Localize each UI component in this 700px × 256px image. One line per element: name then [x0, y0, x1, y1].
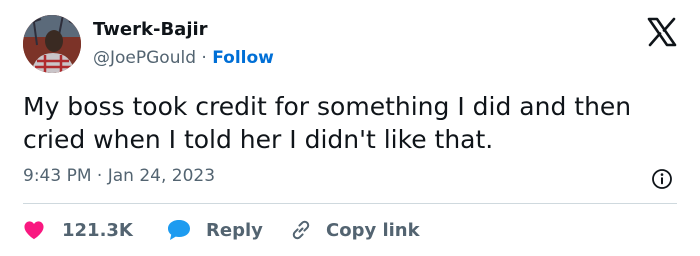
author-handle-row: @JoePGould · Follow [93, 48, 274, 68]
copy-link-button[interactable]: Copy link [289, 215, 420, 245]
follow-button[interactable]: Follow [212, 48, 274, 68]
tweet-card: Twerk-Bajir @JoePGould · Follow My boss … [0, 0, 700, 256]
tweet-text-line-1: My boss took credit for something I did … [23, 92, 632, 121]
handle-separator: · [196, 48, 213, 68]
tweet-text: My boss took credit for something I did … [23, 90, 683, 156]
avatar[interactable] [23, 15, 81, 73]
avatar-image [23, 15, 81, 73]
author-handle[interactable]: @JoePGould [93, 48, 196, 68]
like-button[interactable]: 121.3K [23, 215, 133, 245]
divider [23, 203, 677, 204]
info-icon[interactable] [651, 168, 673, 190]
heart-icon [24, 221, 44, 240]
copy-link-label: Copy link [326, 219, 420, 241]
speech-bubble-icon [168, 220, 190, 240]
likes-count: 121.3K [62, 219, 133, 241]
link-icon [292, 220, 310, 240]
reply-label: Reply [206, 219, 263, 241]
x-logo-icon[interactable] [647, 17, 677, 47]
tweet-text-line-2: cried when I told her I didn't like that… [23, 125, 494, 154]
author-display-name[interactable]: Twerk-Bajir [93, 19, 208, 40]
reply-button[interactable]: Reply [166, 215, 263, 245]
action-bar: 121.3K Reply Copy link [23, 215, 683, 245]
tweet-timestamp[interactable]: 9:43 PM · Jan 24, 2023 [23, 166, 215, 186]
